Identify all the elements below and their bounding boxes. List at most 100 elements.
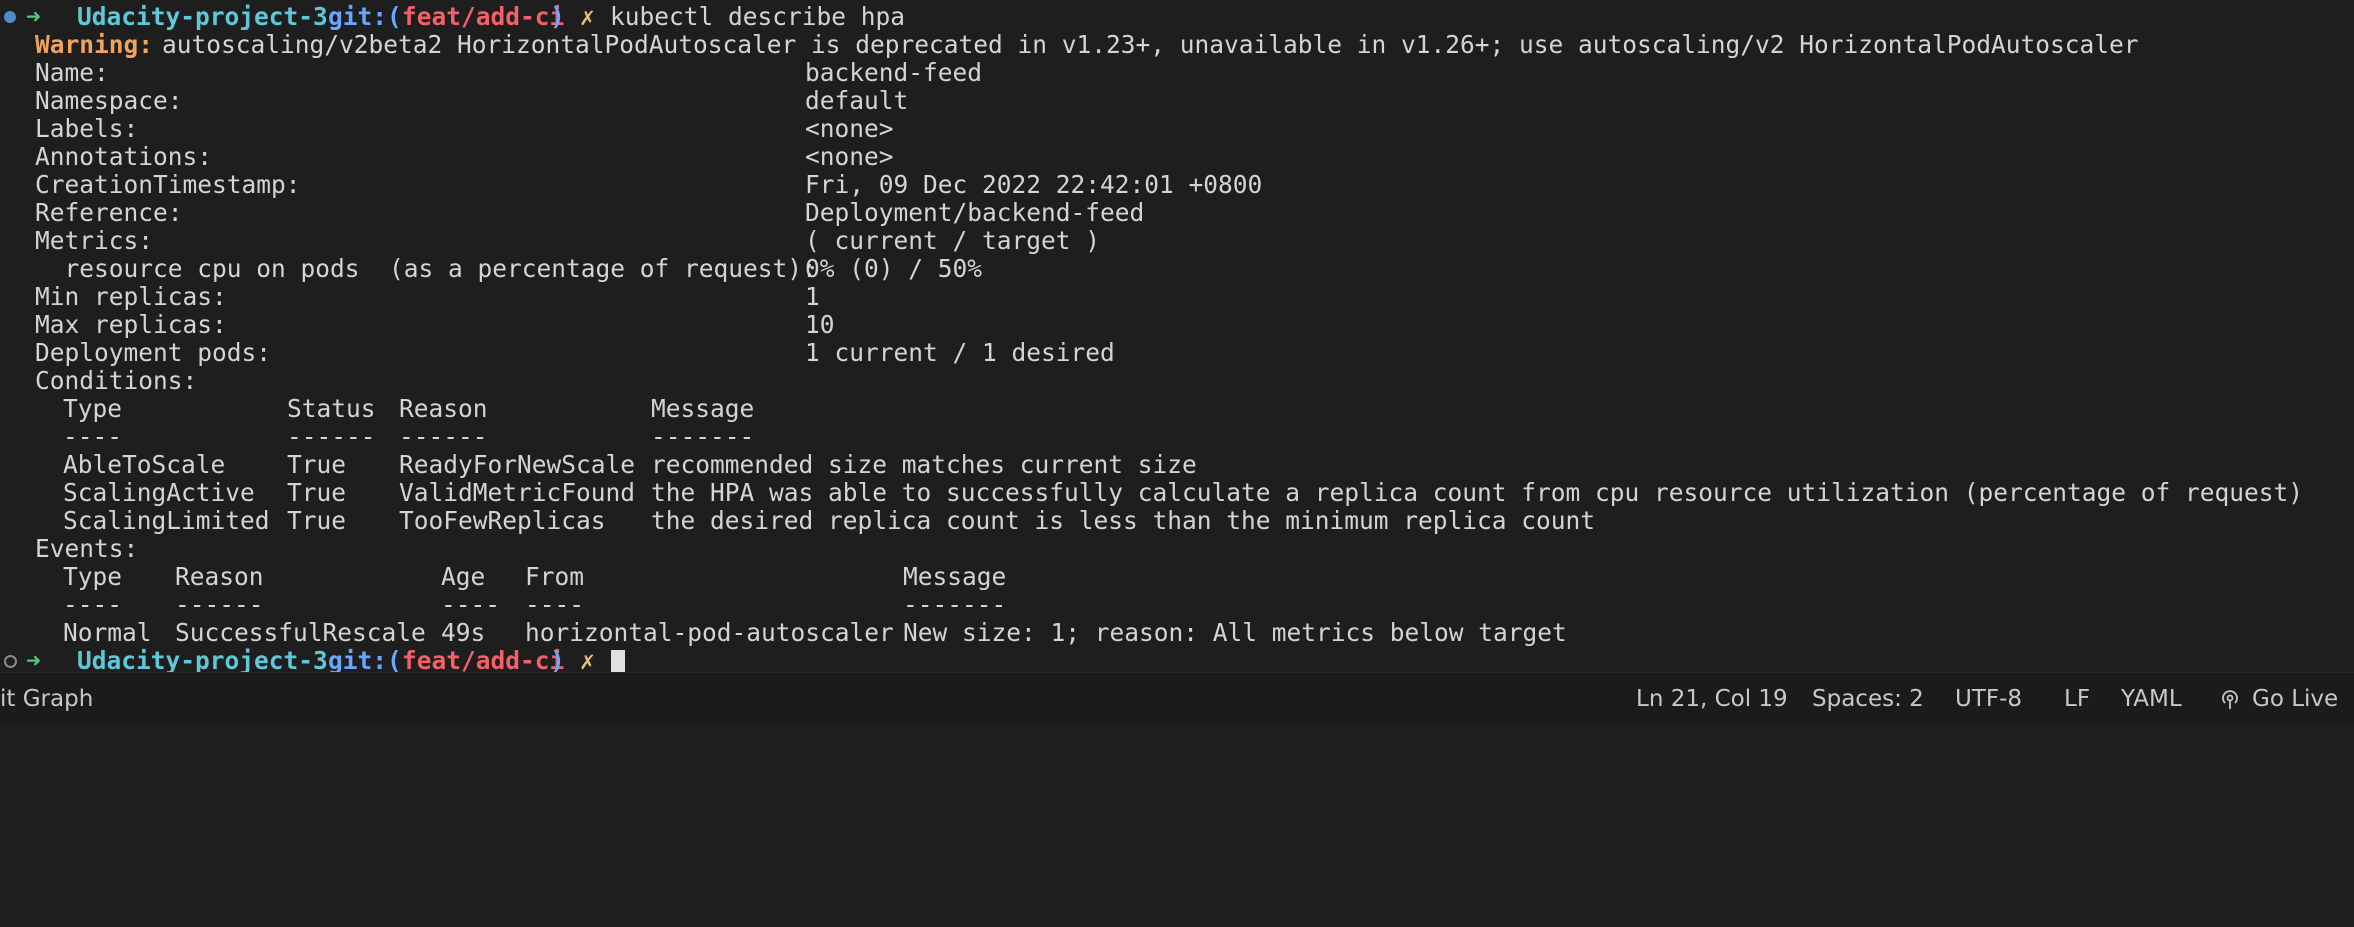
command-text: kubectl describe hpa xyxy=(610,2,906,31)
warning-line: Warning: autoscaling/v2beta2 HorizontalP… xyxy=(0,31,2354,59)
field-row: resource cpu on pods (as a percentage of… xyxy=(0,255,983,283)
column-header: From xyxy=(525,562,585,591)
condition-message: the HPA was able to successfully calcula… xyxy=(651,478,2304,507)
conditions-divider-row: ---- ------ ------ ------- xyxy=(0,423,754,451)
cursor-position-item[interactable]: Ln 21, Col 19 xyxy=(1636,673,1788,725)
field-value: ( current / target ) xyxy=(805,226,1101,255)
field-key: Annotations: xyxy=(35,142,213,171)
field-value: Fri, 09 Dec 2022 22:42:01 +0800 xyxy=(805,170,1263,199)
column-divider: ------- xyxy=(903,590,1007,619)
prompt-git-label: git:( xyxy=(328,646,402,675)
broadcast-icon[interactable] xyxy=(2219,688,2241,710)
column-header: Status xyxy=(287,394,376,423)
column-divider: ---- xyxy=(63,422,123,451)
encoding-item[interactable]: UTF-8 xyxy=(1955,673,2022,725)
go-live-button[interactable]: Go Live xyxy=(2252,673,2338,725)
condition-reason: ValidMetricFound xyxy=(399,478,636,507)
column-header: Message xyxy=(903,562,1007,591)
git-graph-item[interactable]: it Graph xyxy=(0,673,93,725)
prompt-dirty-mark: ✗ xyxy=(580,2,595,31)
conditions-label: Conditions: xyxy=(35,366,198,395)
column-divider: ------- xyxy=(651,422,755,451)
column-header: Message xyxy=(651,394,755,423)
column-divider: ------ xyxy=(287,422,376,451)
condition-reason: TooFewReplicas xyxy=(399,506,606,535)
field-key: Namespace: xyxy=(35,86,183,115)
command-pending-indicator[interactable] xyxy=(4,655,17,668)
text-cursor[interactable] xyxy=(611,650,625,674)
column-divider: ---- xyxy=(63,590,123,619)
event-message: New size: 1; reason: All metrics below t… xyxy=(903,618,1567,647)
prompt-directory: Udacity-project-3 xyxy=(77,646,328,675)
prompt-directory: Udacity-project-3 xyxy=(77,2,328,31)
field-value: <none> xyxy=(805,142,894,171)
condition-reason: ReadyForNewScale xyxy=(399,450,636,479)
indentation-item[interactable]: Spaces: 2 xyxy=(1812,673,1924,725)
conditions-header-row: Type Status Reason Message xyxy=(0,395,754,423)
column-divider: ---- xyxy=(525,590,585,619)
condition-row: AbleToScale True ReadyForNewScale recomm… xyxy=(0,451,1197,479)
column-header: Reason xyxy=(399,394,488,423)
field-row: Namespace: default xyxy=(0,87,908,115)
field-key: Name: xyxy=(35,58,109,87)
field-value: <none> xyxy=(805,114,894,143)
line-ending-item[interactable]: LF xyxy=(2064,673,2090,725)
event-age: 49s xyxy=(441,618,486,647)
event-row: Normal SuccessfulRescale 49s horizontal-… xyxy=(0,619,1567,647)
current-prompt-line[interactable]: ➜ Udacity-project-3 git:( feat/add-ci ) … xyxy=(0,647,2354,675)
column-divider: ------ xyxy=(399,422,488,451)
field-value: backend-feed xyxy=(805,58,983,87)
field-row: Metrics: ( current / target ) xyxy=(0,227,1100,255)
terminal-panel[interactable]: ➜ Udacity-project-3 git:( feat/add-ci ) … xyxy=(0,0,2354,675)
field-value: Deployment/backend-feed xyxy=(805,198,1145,227)
condition-status: True xyxy=(287,478,347,507)
column-header: Reason xyxy=(175,562,264,591)
field-key: Deployment pods: xyxy=(35,338,272,367)
condition-type: AbleToScale xyxy=(63,450,226,479)
events-header-row: Type Reason Age From Message xyxy=(0,563,1006,591)
field-row: Name: backend-feed xyxy=(0,59,982,87)
field-row: Reference: Deployment/backend-feed xyxy=(0,199,1144,227)
field-key: Max replicas: xyxy=(35,310,227,339)
language-mode-item[interactable]: YAML xyxy=(2121,673,2182,725)
warning-text: autoscaling/v2beta2 HorizontalPodAutosca… xyxy=(162,30,2139,59)
field-row: Labels: <none> xyxy=(0,115,894,143)
prompt-branch: feat/add-ci xyxy=(402,646,565,675)
field-row: Max replicas: 10 xyxy=(0,311,835,339)
prompt-git-label: git:( xyxy=(328,2,402,31)
condition-type: ScalingLimited xyxy=(63,506,270,535)
field-key: resource cpu on pods (as a percentage of… xyxy=(35,254,817,283)
condition-message: recommended size matches current size xyxy=(651,450,1197,479)
prompt-git-close: ) xyxy=(550,646,565,675)
column-header: Age xyxy=(441,562,486,591)
condition-type: ScalingActive xyxy=(63,478,255,507)
warning-label: Warning: xyxy=(35,30,154,59)
field-row: Deployment pods: 1 current / 1 desired xyxy=(0,339,1115,367)
status-bar: it Graph Ln 21, Col 19 Spaces: 2 UTF-8 L… xyxy=(0,672,2354,725)
field-key: CreationTimestamp: xyxy=(35,170,301,199)
field-value: 1 xyxy=(805,282,820,311)
condition-row: ScalingActive True ValidMetricFound the … xyxy=(0,479,2303,507)
event-type: Normal xyxy=(63,618,152,647)
field-key: Reference: xyxy=(35,198,183,227)
column-header: Type xyxy=(63,562,123,591)
event-from: horizontal-pod-autoscaler xyxy=(525,618,894,647)
prompt-dirty-mark: ✗ xyxy=(580,646,595,675)
field-value: 0% (0) / 50% xyxy=(805,254,983,283)
column-header: Type xyxy=(63,394,123,423)
field-key: Metrics: xyxy=(35,226,154,255)
field-row: Annotations: <none> xyxy=(0,143,894,171)
command-prompt-line: ➜ Udacity-project-3 git:( feat/add-ci ) … xyxy=(0,3,2354,31)
events-label-line: Events: xyxy=(0,535,138,563)
column-divider: ---- xyxy=(441,590,501,619)
prompt-arrow: ➜ xyxy=(26,646,41,675)
field-value: default xyxy=(805,86,909,115)
command-success-indicator[interactable] xyxy=(4,11,16,23)
field-row: CreationTimestamp: Fri, 09 Dec 2022 22:4… xyxy=(0,171,1262,199)
prompt-git-close: ) xyxy=(550,2,565,31)
field-value: 1 current / 1 desired xyxy=(805,338,1115,367)
field-key: Min replicas: xyxy=(35,282,227,311)
field-row: Min replicas: 1 xyxy=(0,283,820,311)
condition-message: the desired replica count is less than t… xyxy=(651,506,1596,535)
events-divider-row: ---- ------ ---- ---- ------- xyxy=(0,591,1006,619)
